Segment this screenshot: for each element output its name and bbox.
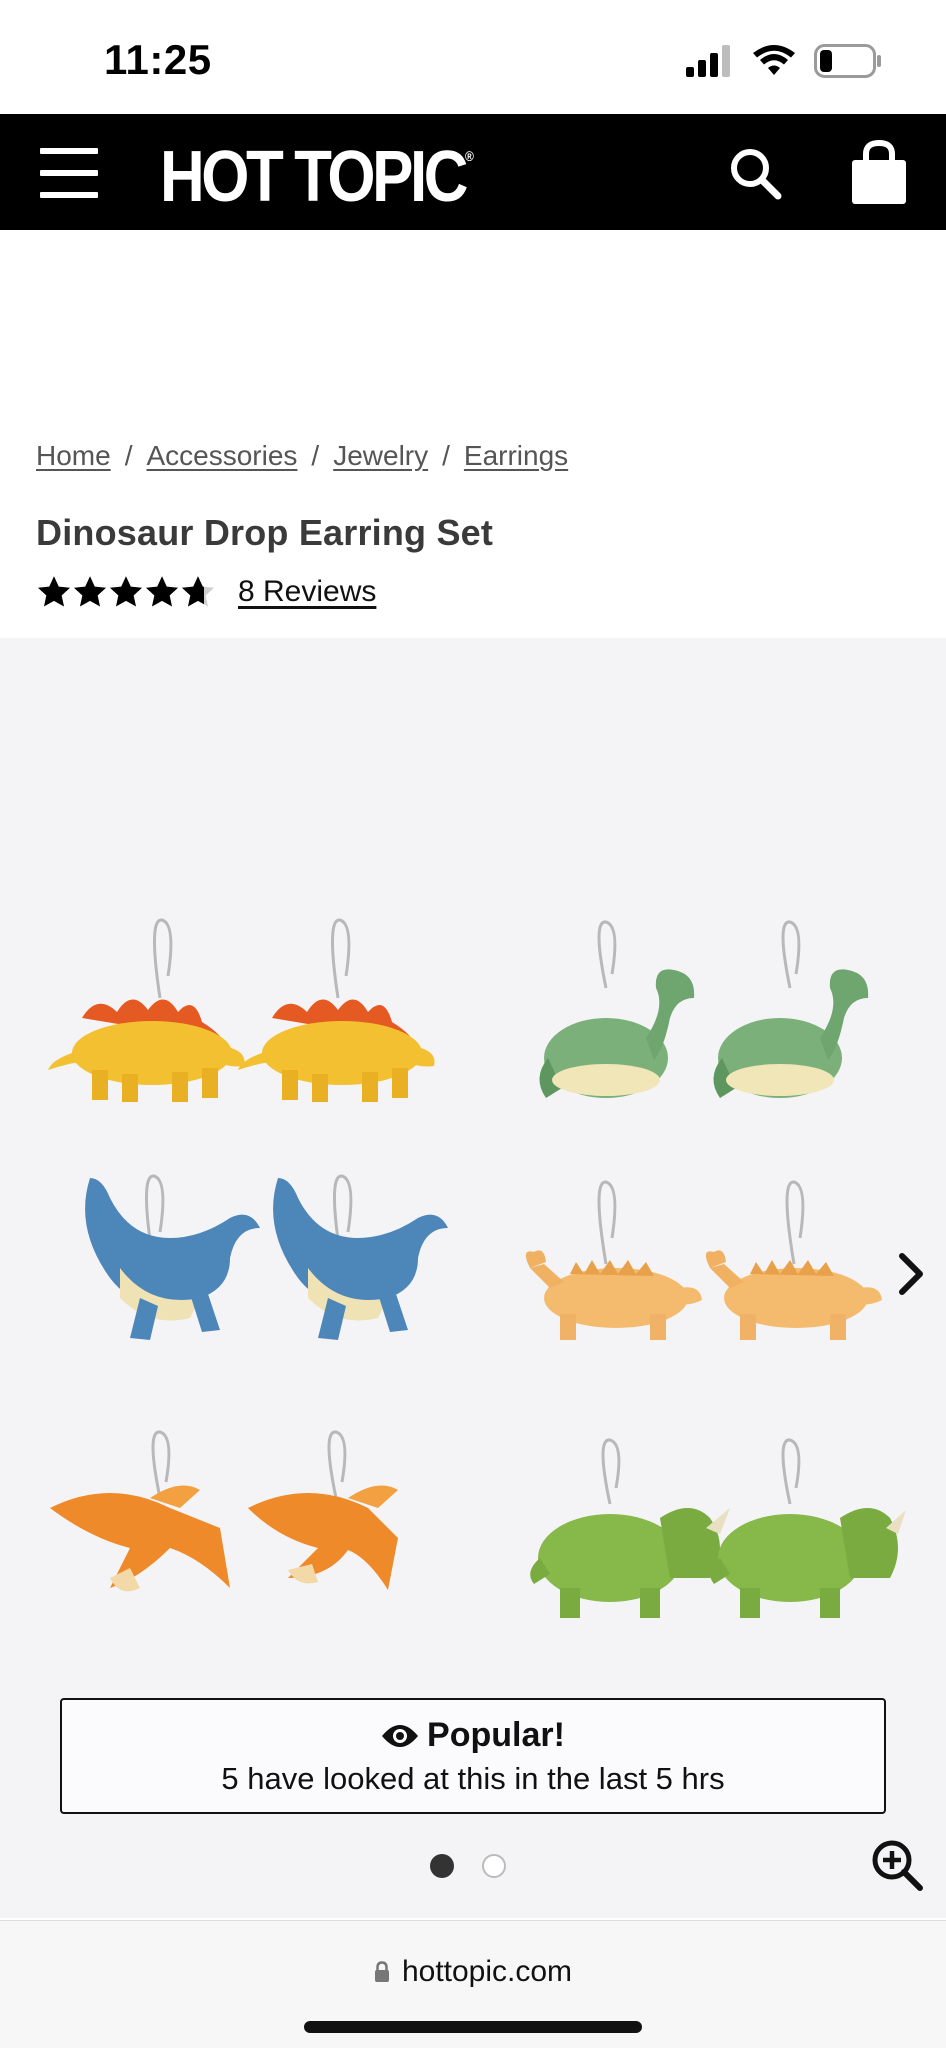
popular-text: 5 have looked at this in the last 5 hrs xyxy=(221,1761,725,1796)
hot-topic-logo[interactable]: HOT TOPIC® xyxy=(160,136,474,218)
star-icon xyxy=(145,576,179,607)
popular-heading: Popular! xyxy=(62,1716,884,1755)
home-indicator[interactable] xyxy=(304,2021,642,2033)
star-icon xyxy=(37,576,71,607)
t-rex-earrings xyxy=(85,1178,448,1340)
rating-stars[interactable] xyxy=(36,574,216,610)
carousel-dot-2[interactable] xyxy=(482,1854,506,1878)
popular-title: Popular! xyxy=(427,1716,565,1754)
reviews-link[interactable]: 8 Reviews xyxy=(238,575,376,609)
ankylosaurus-earrings xyxy=(525,1250,882,1340)
eye-icon xyxy=(382,1724,419,1747)
breadcrumb: Home / Accessories / Jewelry / Earrings xyxy=(36,440,568,472)
breadcrumb-accessories[interactable]: Accessories xyxy=(146,440,297,472)
triceratops-earrings xyxy=(530,1508,906,1618)
logo-text: HOT TOPIC xyxy=(160,137,468,217)
browser-url-bar[interactable]: hottopic.com xyxy=(0,1920,946,2048)
shopping-bag-icon[interactable] xyxy=(848,139,910,206)
signal-icon xyxy=(686,45,730,77)
next-image-chevron-icon[interactable] xyxy=(896,1252,936,1302)
pterodactyl-earrings xyxy=(50,1485,398,1592)
breadcrumb-separator: / xyxy=(311,440,320,471)
zoom-in-icon[interactable] xyxy=(870,1838,924,1892)
registered-mark: ® xyxy=(465,148,474,164)
carousel-dots xyxy=(430,1854,506,1878)
status-bar: 11:25 xyxy=(0,0,946,114)
carousel-dot-1[interactable] xyxy=(430,1854,454,1878)
breadcrumb-separator: / xyxy=(124,440,133,471)
breadcrumb-earrings[interactable]: Earrings xyxy=(464,440,568,472)
hamburger-menu-icon[interactable] xyxy=(40,148,98,198)
product-rating: 8 Reviews xyxy=(36,574,376,610)
product-title: Dinosaur Drop Earring Set xyxy=(36,512,494,553)
star-icon xyxy=(73,576,107,607)
brachiosaurus-earrings xyxy=(539,969,869,1098)
half-star-icon xyxy=(181,576,215,607)
site-header: HOT TOPIC® xyxy=(0,114,946,230)
battery-icon xyxy=(814,44,881,78)
breadcrumb-separator: / xyxy=(442,440,450,471)
url-text: hottopic.com xyxy=(401,1955,573,1988)
star-icon xyxy=(109,576,143,607)
status-icons xyxy=(686,44,882,78)
breadcrumb-jewelry[interactable]: Jewelry xyxy=(333,440,428,472)
stegosaurus-earrings xyxy=(48,999,435,1102)
lock-icon xyxy=(374,1961,389,1982)
breadcrumb-home[interactable]: Home xyxy=(36,440,111,472)
popular-notice: Popular! 5 have looked at this in the la… xyxy=(60,1698,886,1814)
url-display[interactable]: hottopic.com xyxy=(0,1955,946,1989)
status-time: 11:25 xyxy=(104,36,212,83)
wifi-icon xyxy=(753,45,795,75)
search-icon[interactable] xyxy=(726,144,784,202)
